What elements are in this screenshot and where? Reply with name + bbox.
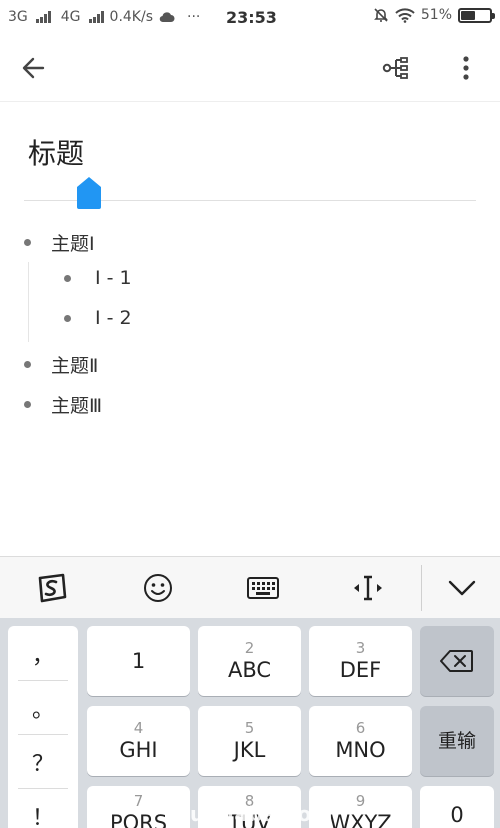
cursor-move-button[interactable]	[346, 557, 390, 619]
back-button[interactable]	[14, 48, 54, 88]
watermark: tuhuaba.com	[180, 802, 334, 826]
outline-item[interactable]: 主题Ⅱ	[24, 351, 98, 378]
backspace-icon	[440, 650, 473, 672]
collapse-chevron-icon	[448, 580, 476, 596]
bullet-icon	[64, 314, 71, 322]
key-1[interactable]: 1	[87, 626, 190, 696]
key-3-def[interactable]: 3 DEF	[309, 626, 412, 696]
key-6-mno[interactable]: 6 MNO	[309, 706, 412, 776]
sogou-logo-button[interactable]	[30, 557, 74, 619]
cloud-icon	[159, 11, 175, 23]
mindmap-icon	[382, 57, 408, 79]
outline-item-text: Ⅰ - 1	[95, 267, 132, 289]
key-number: 7	[133, 792, 144, 810]
indent-guide	[28, 262, 29, 342]
arrow-left-icon	[22, 57, 45, 79]
bullet-icon	[64, 274, 71, 282]
battery-level-fill	[461, 10, 476, 20]
bullet-icon	[24, 239, 31, 246]
key-label: 0	[450, 803, 464, 827]
key-number: 3	[355, 639, 366, 657]
sogou-logo-icon	[38, 573, 67, 603]
outline-item[interactable]: Ⅰ - 1	[64, 267, 132, 289]
punct-key-comma[interactable]: ，	[8, 628, 78, 680]
signal-icon	[35, 11, 51, 23]
outline-item-text: 主题Ⅲ	[51, 395, 103, 417]
signal-icon	[88, 11, 104, 23]
emoji-button[interactable]	[136, 557, 180, 619]
status-bar: 3G 4G 0.4K/s ··· 23:53 51%	[0, 0, 500, 34]
key-label: JKL	[233, 738, 266, 762]
network-speed: 0.4K/s	[109, 9, 153, 25]
key-number: 2	[244, 639, 255, 657]
key-label: DEF	[339, 658, 382, 682]
bullet-icon	[24, 401, 31, 408]
more-options-button[interactable]	[446, 48, 486, 88]
keyboard-icon	[247, 577, 279, 599]
key-label: ABC	[227, 658, 272, 682]
bullet-icon	[24, 361, 31, 368]
network-4g-label: 4G	[60, 9, 81, 25]
punct-divider	[18, 788, 68, 789]
t9-keyboard: ， 。 ？ ！ 1 2 ABC 3 DEF 4 GHI 5 JKL 6 MNO …	[0, 618, 500, 828]
punct-key-exclaim[interactable]: ！	[8, 790, 78, 828]
key-label: GHI	[119, 738, 158, 762]
punct-key-question[interactable]: ？	[8, 736, 78, 788]
outline-item[interactable]: Ⅰ - 2	[64, 307, 132, 329]
mute-bell-icon	[373, 7, 389, 23]
punct-key-period[interactable]: 。	[8, 682, 78, 734]
outline-item-text: 主题Ⅰ	[51, 233, 95, 255]
emoji-icon	[144, 574, 172, 602]
punct-divider	[18, 680, 68, 681]
cursor-move-icon	[354, 575, 382, 601]
key-7-pqrs[interactable]: 7 PQRS	[87, 786, 190, 828]
keyboard-toolbar	[0, 556, 500, 618]
key-label: 1	[131, 649, 146, 673]
wifi-icon	[395, 7, 415, 23]
outline-item-text: Ⅰ - 2	[95, 307, 132, 329]
key-label: MNO	[335, 738, 386, 762]
outline-item[interactable]: 主题Ⅰ	[24, 229, 95, 256]
cursor-handle-icon	[77, 177, 101, 209]
key-number: 5	[244, 719, 255, 737]
key-2-abc[interactable]: 2 ABC	[198, 626, 301, 696]
more-notifications: ···	[187, 9, 201, 25]
outline-item-text: 主题Ⅱ	[51, 355, 99, 377]
punct-divider	[18, 734, 68, 735]
key-4-ghi[interactable]: 4 GHI	[87, 706, 190, 776]
mindmap-button[interactable]	[376, 48, 416, 88]
toolbar-divider	[421, 565, 422, 611]
key-number: 6	[355, 719, 366, 737]
key-label: WXYZ	[329, 811, 392, 828]
app-bar	[0, 34, 500, 102]
key-0[interactable]: 0	[420, 786, 494, 828]
document-title[interactable]: 标题	[28, 132, 84, 172]
battery-percent: 51%	[420, 7, 452, 23]
collapse-keyboard-button[interactable]	[440, 557, 484, 619]
text-cursor-handle[interactable]	[76, 176, 102, 210]
clock: 23:53	[226, 8, 277, 27]
outline-item[interactable]: 主题Ⅲ	[24, 391, 102, 418]
more-vertical-icon	[463, 56, 469, 80]
network-3g-label: 3G	[8, 9, 28, 25]
reenter-key[interactable]: 重输	[420, 706, 494, 776]
key-label: PQRS	[109, 811, 168, 828]
key-number: 4	[133, 719, 144, 737]
backspace-key[interactable]	[420, 626, 494, 696]
key-number: 9	[355, 792, 366, 810]
punctuation-column: ， 。 ？ ！	[8, 626, 78, 828]
battery-icon	[458, 7, 495, 23]
keyboard-switch-button[interactable]	[240, 557, 286, 619]
key-5-jkl[interactable]: 5 JKL	[198, 706, 301, 776]
key-label: 重输	[437, 730, 476, 752]
